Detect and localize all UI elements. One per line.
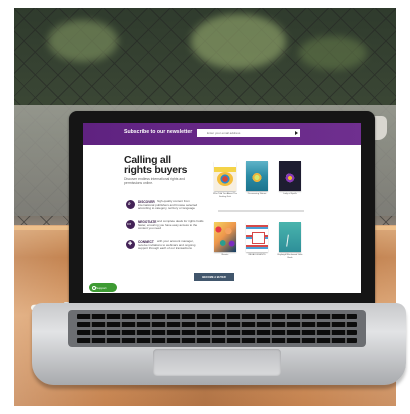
- keyboard-row[interactable]: [77, 322, 357, 327]
- discover-feature: DISCOVER high-quality content from inter…: [126, 199, 201, 217]
- book-caption: INDIA DISSENTS: [248, 254, 266, 256]
- connect-feature: CONNECT with your account manager, recei…: [126, 239, 201, 257]
- book-cover[interactable]: [279, 161, 301, 191]
- newsletter-send-button[interactable]: [292, 129, 300, 137]
- trackpad[interactable]: [153, 349, 281, 376]
- support-button[interactable]: Support: [89, 283, 117, 292]
- become-buyer-button[interactable]: BECOME A BUYER: [194, 273, 234, 281]
- discover-description: high-quality content from international …: [138, 199, 198, 211]
- negotiate-description: and complete deals for rights holds fast…: [138, 219, 204, 231]
- background-foliage: [48, 20, 118, 62]
- intro-text: Discover endless international rights an…: [124, 177, 186, 185]
- newsletter-bar: Subscribe to our newsletter: [83, 123, 361, 145]
- support-label: Support: [96, 285, 107, 290]
- keyboard-row[interactable]: [77, 330, 357, 335]
- newsletter-title: Subscribe to our newsletter: [124, 129, 193, 135]
- negotiate-icon: [126, 220, 135, 229]
- book-caption: Discovering Nature: [247, 193, 267, 195]
- search-row: [218, 210, 304, 212]
- negotiate-feature: NEGOTIATE and complete deals for rights …: [126, 219, 204, 237]
- book-cover[interactable]: [246, 161, 268, 191]
- email-field[interactable]: [197, 129, 294, 137]
- book-cover[interactable]: [214, 222, 236, 252]
- book-cover[interactable]: [279, 222, 301, 252]
- book-cover[interactable]: [214, 161, 236, 191]
- connect-description: with your account manager, receive invit…: [138, 239, 196, 251]
- book-caption: Beasts: [221, 254, 229, 256]
- laptop-screen: Subscribe to our newsletter Calling all …: [83, 123, 361, 293]
- keyboard-row[interactable]: [77, 314, 357, 319]
- background-foliage: [191, 14, 286, 69]
- keyboard-row[interactable]: [77, 338, 357, 343]
- discover-icon: [126, 200, 135, 209]
- book-caption: Lady of Spells: [283, 193, 297, 195]
- book-caption: Rayleigh Blackwood Little Book: [277, 254, 303, 259]
- connect-icon: [126, 240, 135, 249]
- page-title: Calling all rights buyers: [124, 154, 188, 176]
- support-icon: [92, 286, 96, 290]
- book-caption: Who Told You About The Smiling Fish: [213, 193, 237, 198]
- book-cover[interactable]: [246, 222, 268, 252]
- background-foliage: [299, 36, 367, 70]
